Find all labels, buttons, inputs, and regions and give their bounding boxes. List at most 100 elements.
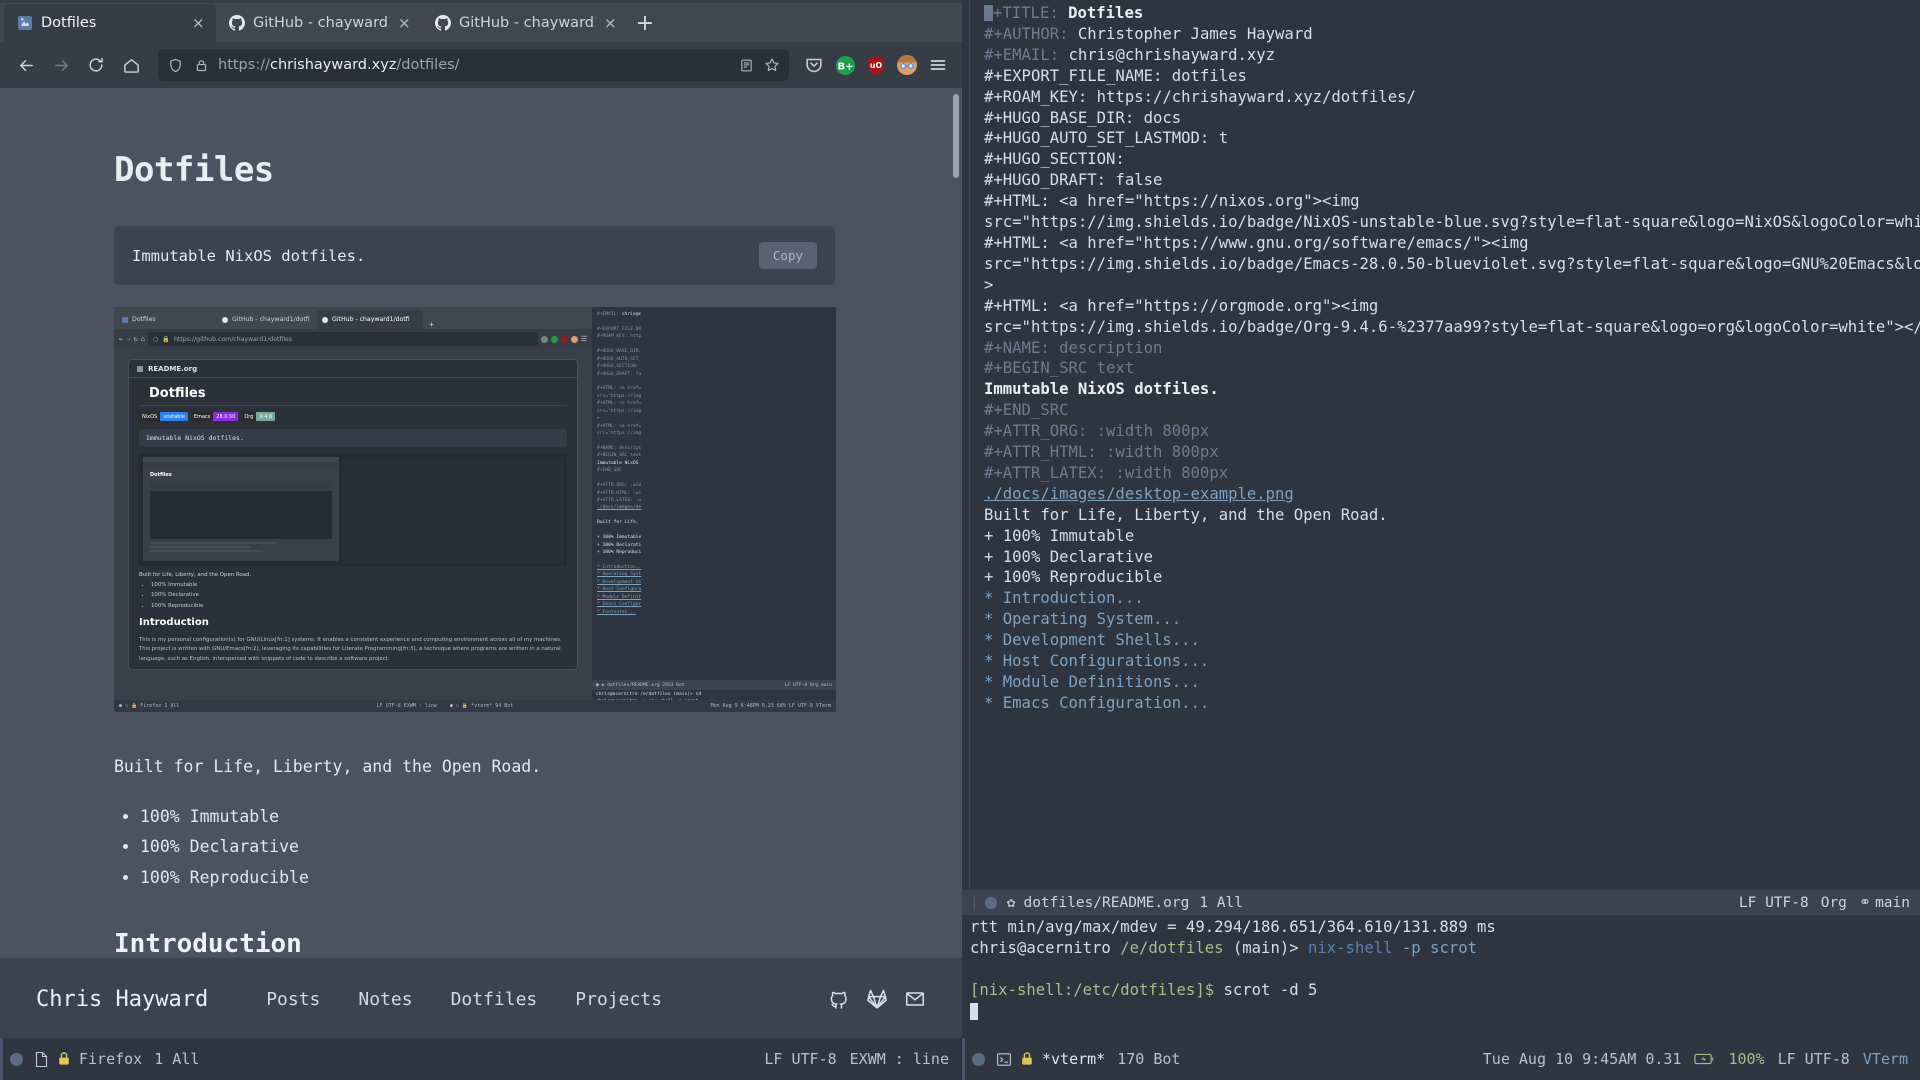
browser-tab-dotfiles[interactable]: Dotfiles × — [4, 4, 216, 42]
nav-link-posts[interactable]: Posts — [266, 989, 320, 1010]
term-command: nix-shell — [1308, 939, 1393, 957]
list-item: 100% Reproducible — [140, 863, 760, 894]
org-line: + 100% Reproducible — [984, 568, 1163, 587]
account-avatar-icon[interactable] — [893, 51, 921, 79]
org-line: * Module Definitions... — [984, 673, 1200, 691]
embedded-heading: Dotfiles — [139, 378, 567, 406]
github-icon[interactable] — [828, 988, 850, 1010]
bookmark-star-icon[interactable] — [763, 56, 781, 74]
ublock-origin-icon[interactable]: uO — [862, 51, 890, 79]
lock-icon — [1020, 1051, 1034, 1067]
emacs-window: +TITLE: Dotfiles #+AUTHOR: Christopher Ja… — [962, 0, 1920, 1038]
forward-icon[interactable] — [45, 49, 77, 81]
new-tab-button[interactable]: + — [628, 6, 662, 40]
bitwarden-icon[interactable]: B+ — [831, 51, 859, 79]
browser-tab-github-1[interactable]: GitHub - chayward1/dotfi × — [216, 4, 422, 42]
embedded-org-code: #+EMAIL: chris@c #+EXPORT_FILE_NA #+ROAM… — [597, 312, 642, 615]
embedded-forward-icon: → — [126, 335, 131, 343]
org-line: #+ATTR_HTML: :width 800px — [984, 443, 1219, 462]
tab-title: GitHub - chayward1/dotfi — [253, 15, 390, 31]
embedded-tab-1: Dotfiles — [117, 310, 217, 329]
modeline-battery: 100% — [1728, 1050, 1765, 1068]
modeline-buffer-name: dotfiles/README.org — [1023, 894, 1190, 911]
org-line: src="https://img.shields.io/badge/Emacs-… — [984, 254, 1920, 273]
org-line: + 100% Immutable — [984, 526, 1135, 545]
lock-icon[interactable] — [192, 56, 210, 74]
hamburger-menu-icon[interactable] — [924, 51, 952, 79]
embedded-modeline-right: LF UTF-8 Org main — [784, 682, 832, 688]
org-buffer[interactable]: +TITLE: Dotfiles #+AUTHOR: Christopher Ja… — [962, 0, 1920, 890]
embedded-tab-label: Dotfiles — [132, 316, 156, 323]
reader-view-icon[interactable] — [737, 56, 755, 74]
org-line: #+HUGO_AUTO_SET_LASTMOD: t — [984, 129, 1229, 148]
site-brand[interactable]: Chris Hayward — [36, 987, 208, 1012]
reload-icon[interactable] — [80, 49, 112, 81]
global-modelines: Firefox 1 All LF UTF-8 EXWM : line *vter… — [0, 1038, 1920, 1080]
nav-link-notes[interactable]: Notes — [358, 989, 412, 1010]
copy-button[interactable]: Copy — [758, 242, 817, 269]
home-icon[interactable] — [115, 49, 147, 81]
embedded-quote: Immutable NixOS dotfiles. — [139, 429, 567, 447]
modeline-left: Firefox 1 All LF UTF-8 EXWM : line — [0, 1038, 962, 1080]
embedded-readme-card: README.org Dotfiles NixOS unstable Emacs 2… — [128, 359, 578, 671]
org-line: #+AUTHOR: Christopher James Hayward — [984, 24, 1313, 43]
url-bar[interactable]: https://chrishayward.xyz/dotfiles/ — [158, 49, 789, 81]
browser-toolbar: https://chrishayward.xyz/dotfiles/ B+ uO — [0, 42, 962, 88]
modeline-left-mode: EXWM : line — [849, 1050, 949, 1068]
pocket-icon[interactable] — [800, 51, 828, 79]
close-icon[interactable]: × — [398, 15, 412, 31]
embedded-status-right-right: Mon Aug 9 6:48PM 0.23 68% LF UTF-8 VTerm — [710, 703, 831, 709]
nav-link-dotfiles[interactable]: Dotfiles — [451, 989, 538, 1010]
list-item: 100% Declarative — [140, 832, 760, 863]
shield-icon[interactable] — [166, 56, 184, 74]
embedded-back-icon: ← — [119, 335, 124, 343]
browser-tab-github-2[interactable]: GitHub - chayward1/dotfi × — [422, 4, 628, 42]
browser-tab-bar: Dotfiles × GitHub - chayward1/dotfi × Gi… — [0, 0, 962, 42]
org-mode-icon: ✿ — [1006, 894, 1016, 911]
embedded-ublock-icon — [560, 335, 568, 343]
embedded-tab-3: GitHub - chayward1/dotfi — [317, 310, 423, 329]
term-command-2: scrot -d 5 — [1223, 981, 1318, 999]
page-title: Dotfiles — [114, 150, 274, 190]
org-line: ./docs/images/desktop-example.png — [984, 484, 1294, 503]
site-footer: Chris Hayward Posts Notes Dotfiles Proje… — [0, 958, 962, 1040]
section-heading-introduction: Introduction — [114, 929, 302, 958]
page-scrollbar[interactable] — [950, 88, 962, 958]
back-icon[interactable] — [10, 49, 42, 81]
term-nixshell-line: [nix-shell:/etc/dotfiles]$ scrot -d 5 — [970, 980, 1920, 1001]
embedded-readme-head: README.org — [129, 360, 577, 378]
vterm-buffer[interactable]: rtt min/avg/max/mdev = 49.294/186.651/36… — [962, 915, 1920, 1038]
org-line: +TITLE: Dotfiles — [962, 3, 1920, 24]
term-user: chris@acernitro — [970, 939, 1111, 957]
modeline-right-bar — [962, 1038, 965, 1080]
emacs-cursor — [984, 5, 993, 21]
document-icon — [16, 15, 33, 32]
org-line: #+NAME: description — [984, 338, 1163, 357]
email-icon[interactable] — [904, 988, 926, 1010]
nav-link-projects[interactable]: Projects — [575, 989, 662, 1010]
org-line: #+HTML: <a href="https://orgmode.org"><i… — [984, 296, 1379, 315]
org-line: * Emacs Configuration... — [984, 693, 1210, 712]
embedded-menu-icon: ☰ — [580, 335, 587, 343]
modeline-datetime: Tue Aug 10 9:45AM 0.31 — [1482, 1050, 1682, 1068]
term-cursor-line — [970, 1001, 1920, 1022]
embedded-features: 100% Immutable 100% Declarative 100% Rep… — [151, 580, 577, 611]
url-host: chrishayward.xyz — [269, 57, 397, 73]
embedded-tabbar: Dotfiles GitHub - chayward1/dotfi GitHub… — [114, 307, 592, 329]
org-line: src="https://img.shields.io/badge/Org-9.… — [984, 317, 1920, 336]
file-icon — [34, 1051, 49, 1068]
embedded-bitwarden-icon — [550, 335, 558, 343]
modified-dot-icon — [984, 896, 997, 909]
org-line: #+ATTR_ORG: :width 800px — [984, 422, 1210, 441]
org-line: Built for Life, Liberty, and the Open Ro… — [984, 505, 1388, 524]
url-prefix: https:// — [218, 57, 270, 73]
embedded-term-line-1: chris@acernitro /e/dotfiles (main)> cd — [596, 692, 702, 697]
close-icon[interactable]: × — [604, 15, 618, 31]
close-icon[interactable]: × — [192, 15, 206, 31]
gitlab-icon[interactable] — [866, 988, 888, 1010]
modeline-right-mode: VTerm — [1862, 1050, 1908, 1068]
org-line: #+ROAM_KEY: https://chrishayward.xyz/dot… — [984, 87, 1416, 106]
scrollbar-thumb[interactable] — [953, 94, 959, 178]
term-prompt-line: chris@acernitro /e/dotfiles (main)> nix-… — [970, 938, 1920, 959]
firefox-window: Dotfiles × GitHub - chayward1/dotfi × Gi… — [0, 0, 962, 1040]
